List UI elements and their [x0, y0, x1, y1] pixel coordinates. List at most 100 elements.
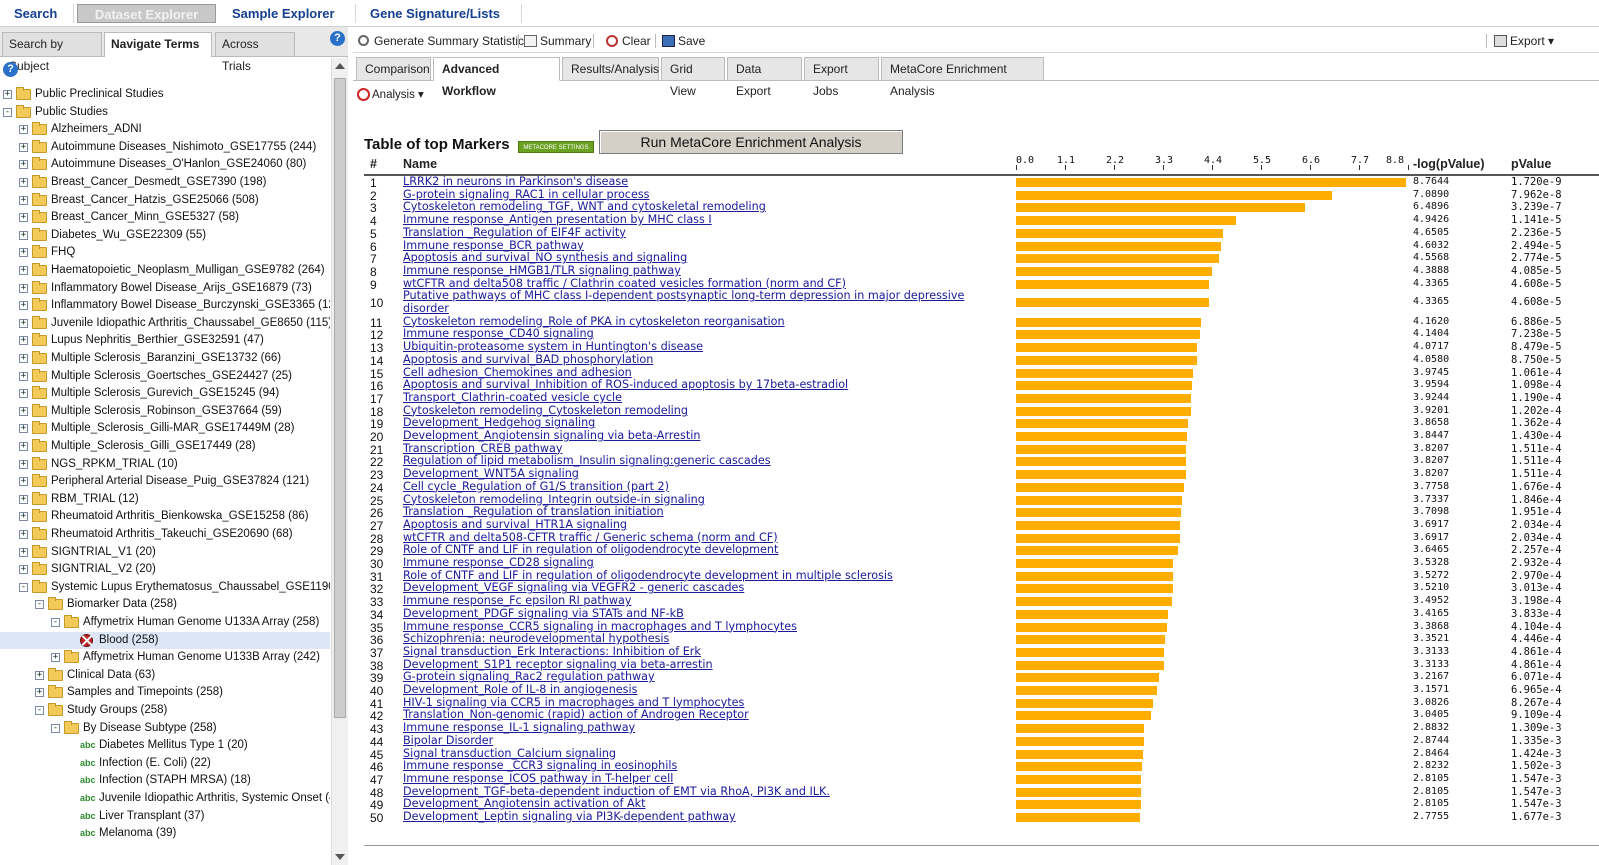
expand-icon[interactable]: + — [19, 494, 28, 504]
pathway-link[interactable]: Immune response_Antigen presentation by … — [403, 213, 978, 227]
help-icon[interactable]: ? — [3, 62, 18, 77]
scroll-down-arrow-icon[interactable] — [335, 854, 345, 860]
pathway-link[interactable]: Immune response_IL-1 signaling pathway — [403, 721, 978, 735]
tree-node[interactable]: + NGS_RPKM_TRIAL (10) — [0, 456, 330, 473]
tree-node[interactable]: + Autoimmune Diseases_Nishimoto_GSE17755 … — [0, 139, 330, 156]
tab-results-analysis[interactable]: Results/Analysis — [562, 57, 659, 81]
expand-icon[interactable]: + — [19, 336, 28, 346]
summary-button[interactable]: Summary — [523, 32, 591, 50]
nav-gene-signature-lists[interactable]: Gene Signature/Lists — [362, 4, 508, 23]
tree-node[interactable]: + Autoimmune Diseases_O'Hanlon_GSE24060 (… — [0, 156, 330, 173]
pathway-link[interactable]: Immune response_Fc epsilon RI pathway — [403, 594, 978, 608]
scroll-thumb[interactable] — [334, 78, 346, 718]
pathway-link[interactable]: Bipolar Disorder — [403, 734, 978, 748]
tree-node[interactable]: + Multiple Sclerosis_Robinson_GSE37664 (5… — [0, 403, 330, 420]
expand-icon[interactable]: + — [19, 230, 28, 240]
tree-node[interactable]: abc Juvenile Idiopathic Arthritis, System… — [0, 790, 330, 807]
tree-node[interactable]: abc Melanoma (39) — [0, 825, 330, 842]
tree-node[interactable]: + Lupus Nephritis_Berthier_GSE32591 (47) — [0, 332, 330, 349]
expand-icon[interactable]: + — [19, 530, 28, 539]
tree-node[interactable]: + Rheumatoid Arthritis_Takeuchi_GSE20690 … — [0, 526, 330, 543]
tree-node[interactable]: + Haematopoietic_Neoplasm_Mulligan_GSE978… — [0, 262, 330, 279]
tree-node[interactable]: abc Liver Transplant (37) — [0, 808, 330, 825]
tree-node[interactable]: + Rheumatoid Arthritis_Bienkowska_GSE1525… — [0, 508, 330, 525]
expand-icon[interactable]: + — [19, 213, 28, 223]
pathway-link[interactable]: Immune response_CD28 signaling — [403, 556, 978, 570]
tab-grid-view[interactable]: Grid View — [661, 57, 725, 98]
expand-icon[interactable]: + — [19, 354, 28, 363]
collapse-icon[interactable]: - — [35, 706, 44, 715]
pathway-link[interactable]: Development_PDGF signaling via STATs and… — [403, 607, 978, 621]
metacore-settings-button[interactable]: METACORE SETTINGS — [518, 141, 594, 153]
pathway-link[interactable]: Translation _Regulation of translation i… — [403, 505, 978, 519]
tree-node[interactable]: - Biomarker Data (258) — [0, 596, 330, 613]
tree-node[interactable]: abc Infection (STAPH MRSA) (18) — [0, 772, 330, 789]
pathway-link[interactable]: Apoptosis and survival_NO synthesis and … — [403, 251, 978, 265]
tree-node[interactable]: + SIGNTRIAL_V1 (20) — [0, 544, 330, 561]
tree-node[interactable]: + Affymetrix Human Genome U133B Array (24… — [0, 649, 330, 666]
tree-node[interactable]: + Alzheimers_ADNI — [0, 121, 330, 138]
tree-node[interactable]: + Multiple_Sclerosis_Gilli_GSE17449 (28) — [0, 438, 330, 455]
tree-node[interactable]: + FHQ — [0, 244, 330, 261]
expand-icon[interactable]: + — [19, 160, 28, 170]
tree-node[interactable]: + Juvenile Idiopathic Arthritis_Chaussabe… — [0, 315, 330, 332]
export-button[interactable]: Export ▾ — [1493, 32, 1554, 50]
tree-node[interactable]: + RBM_TRIAL (12) — [0, 491, 330, 508]
collapse-icon[interactable]: - — [51, 618, 60, 627]
tab-navigate-terms[interactable]: Navigate Terms — [104, 32, 212, 57]
nav-search[interactable]: Search — [6, 4, 65, 23]
tree-node[interactable]: + SIGNTRIAL_V2 (20) — [0, 561, 330, 578]
pathway-link[interactable]: Development_Angiotensin signaling via be… — [403, 429, 978, 443]
expand-icon[interactable]: + — [19, 266, 28, 275]
run-metacore-enrichment-button[interactable]: Run MetaCore Enrichment Analysis — [599, 130, 903, 154]
tab-search-by-subject[interactable]: Search by Subject — [2, 32, 102, 73]
expand-icon[interactable]: + — [19, 283, 28, 293]
tree-node[interactable]: + Clinical Data (63) — [0, 667, 330, 684]
expand-icon[interactable]: + — [35, 688, 44, 698]
clear-button[interactable]: Clear — [605, 32, 651, 50]
tree-node[interactable]: + Inflammatory Bowel Disease_Burczynski_G… — [0, 297, 330, 314]
tab-metacore-enrichment-analysis[interactable]: MetaCore Enrichment Analysis — [881, 57, 1044, 98]
pathway-link[interactable]: Putative pathways of MHC class I-depende… — [403, 289, 978, 315]
tree-node[interactable]: + Multiple Sclerosis_Gurevich_GSE15245 (9… — [0, 385, 330, 402]
help-icon[interactable]: ? — [330, 31, 345, 46]
pathway-link[interactable]: Translation _Regulation of EIF4F activit… — [403, 226, 978, 240]
pathway-link[interactable]: Signal transduction_Erk Interactions: In… — [403, 645, 978, 659]
pathway-link[interactable]: Immune response_ICOS pathway in T-helper… — [403, 772, 978, 786]
pathway-link[interactable]: Cell cycle_Regulation of G1/S transition… — [403, 480, 978, 494]
tree-node[interactable]: + Multiple_Sclerosis_Gilli-MAR_GSE17449M … — [0, 420, 330, 437]
expand-icon[interactable]: + — [19, 512, 28, 522]
tree-node[interactable]: - Systemic Lupus Erythematosus_Chaussabel… — [0, 579, 330, 596]
tab-export-jobs[interactable]: Export Jobs — [804, 57, 879, 98]
pathway-link[interactable]: Transport_Clathrin-coated vesicle cycle — [403, 391, 978, 405]
nav-sample-explorer[interactable]: Sample Explorer — [224, 4, 343, 23]
expand-icon[interactable]: + — [3, 90, 12, 99]
tree-node[interactable]: - By Disease Subtype (258) — [0, 720, 330, 737]
tree-node[interactable]: Blood (258) — [0, 631, 330, 649]
tree-node[interactable]: + Multiple Sclerosis_Baranzini_GSE13732 (… — [0, 350, 330, 367]
tree-node[interactable]: + Breast_Cancer_Minn_GSE5327 (58) — [0, 209, 330, 226]
expand-icon[interactable]: + — [19, 424, 28, 434]
pathway-link[interactable]: Apoptosis and survival_Inhibition of ROS… — [403, 378, 978, 392]
collapse-icon[interactable]: - — [3, 107, 12, 117]
expand-icon[interactable]: + — [19, 565, 28, 575]
expand-icon[interactable]: + — [19, 459, 28, 469]
tree-node[interactable]: + Diabetes_Wu_GSE22309 (55) — [0, 227, 330, 244]
tree-node[interactable]: + Multiple Sclerosis_Goertsches_GSE24427 … — [0, 368, 330, 385]
expand-icon[interactable]: + — [19, 318, 28, 328]
expand-icon[interactable]: + — [35, 670, 44, 680]
tree-node[interactable]: - Study Groups (258) — [0, 702, 330, 719]
tree-node[interactable]: + Breast_Cancer_Desmedt_GSE7390 (198) — [0, 174, 330, 191]
collapse-icon[interactable]: - — [35, 600, 44, 610]
expand-icon[interactable]: + — [19, 178, 28, 187]
tree-node[interactable]: - Public Studies — [0, 104, 330, 121]
pathway-link[interactable]: Apoptosis and survival_HTR1A signaling — [403, 518, 978, 532]
expand-icon[interactable]: + — [19, 142, 28, 152]
pathway-link[interactable]: Immune response _CCR3 signaling in eosin… — [403, 759, 978, 773]
pathway-link[interactable]: Schizophrenia: neurodevelopmental hypoth… — [403, 632, 978, 646]
tree-node[interactable]: - Affymetrix Human Genome U133A Array (25… — [0, 614, 330, 631]
tree-node[interactable]: + Breast_Cancer_Hatzis_GSE25066 (508) — [0, 192, 330, 209]
expand-icon[interactable]: + — [19, 442, 28, 451]
save-button[interactable]: Save — [661, 32, 705, 50]
tree-node[interactable]: abc Infection (E. Coli) (22) — [0, 755, 330, 772]
